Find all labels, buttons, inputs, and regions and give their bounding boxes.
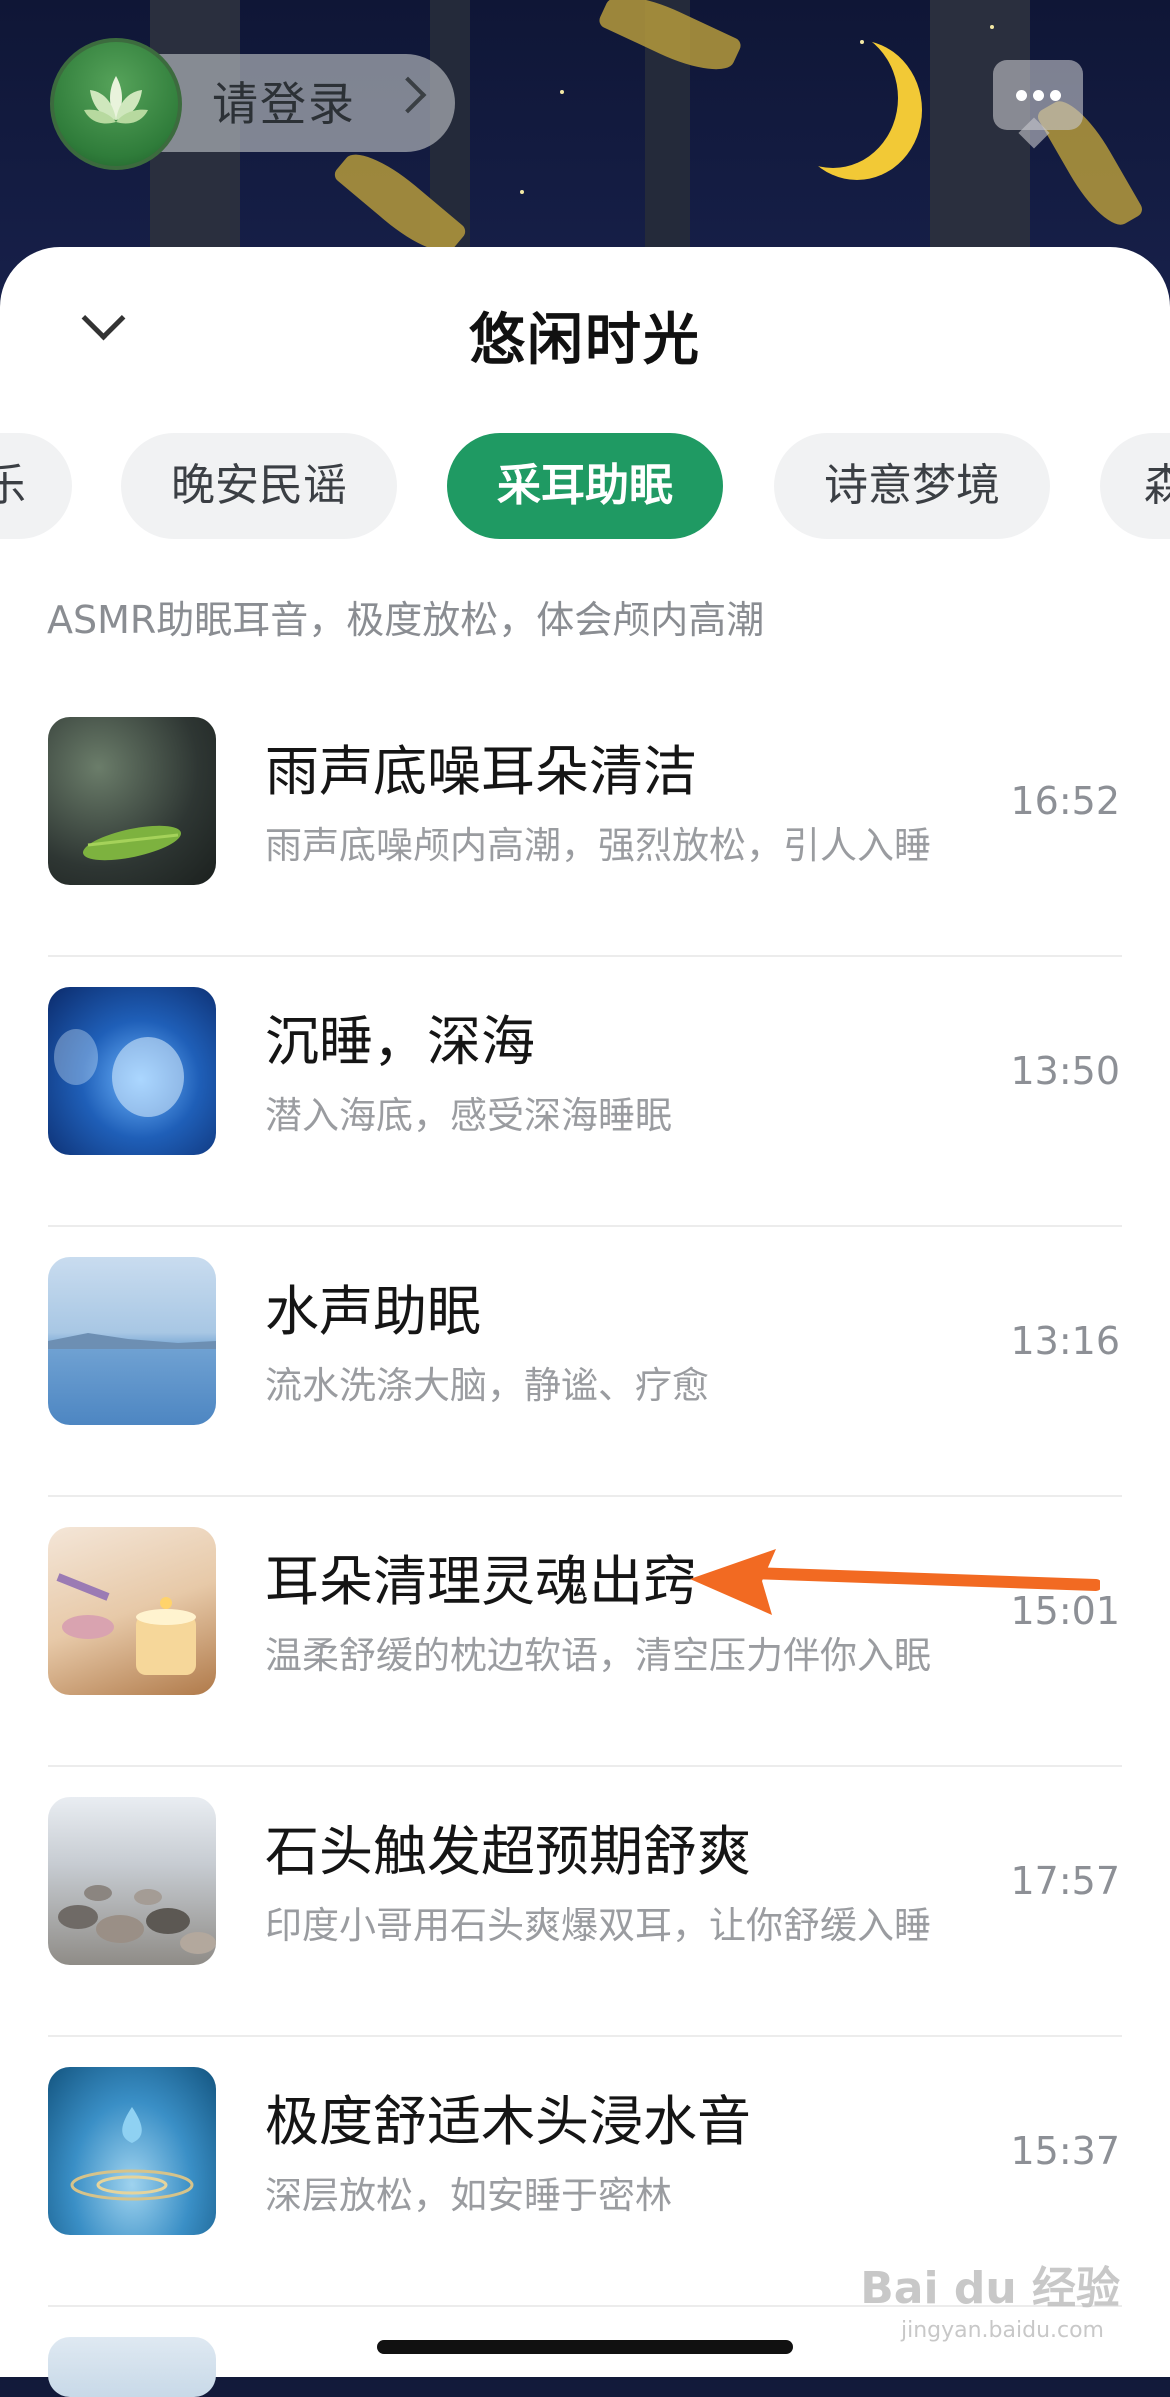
list-item[interactable]: 耳朵清理灵魂出窍 温柔舒缓的枕边软语，清空压力伴你入眠 15:01	[0, 1497, 1170, 1767]
tab-poetic-dreams[interactable]: 诗意梦境	[774, 433, 1050, 539]
track-thumbnail	[48, 987, 216, 1155]
track-thumbnail	[48, 717, 216, 885]
lotus-avatar-icon[interactable]	[50, 38, 182, 170]
list-item[interactable]: 沉睡，深海 潜入海底，感受深海睡眠 13:50	[0, 957, 1170, 1227]
track-title: 石头触发超预期舒爽	[265, 1820, 751, 1883]
track-description: 流水洗涤大脑，静谧、疗愈	[265, 1364, 709, 1407]
list-item[interactable]: 水声助眠 流水洗涤大脑，静谧、疗愈 13:16	[0, 1227, 1170, 1497]
track-duration: 13:16	[1010, 1319, 1120, 1363]
track-description: 温柔舒缓的枕边软语，清空压力伴你入眠	[265, 1634, 931, 1677]
track-thumbnail	[48, 1797, 216, 1965]
annotation-arrow-icon	[690, 1549, 1100, 1615]
home-indicator[interactable]	[377, 2340, 793, 2354]
category-description: ASMR助眠耳音，极度放松，体会颅内高潮	[47, 598, 765, 642]
chat-dot	[1033, 90, 1044, 101]
category-tabs: 乐 晚安民谣 采耳助眠 诗意梦境 森	[0, 433, 1170, 541]
track-duration: 17:57	[1010, 1859, 1120, 1903]
sheet-title: 悠闲时光	[469, 308, 701, 373]
track-description: 潜入海底，感受深海睡眠	[265, 1094, 672, 1137]
track-title: 水声助眠	[265, 1280, 481, 1343]
star	[560, 90, 564, 94]
chat-bubble-icon[interactable]	[993, 60, 1083, 149]
track-thumbnail	[48, 1527, 216, 1695]
chat-dot	[1050, 90, 1061, 101]
tab-ear-cleaning-sleep[interactable]: 采耳助眠	[447, 433, 723, 539]
star	[520, 190, 524, 194]
track-thumbnail	[48, 2067, 216, 2235]
track-duration: 16:52	[1010, 779, 1120, 823]
track-title: 耳朵清理灵魂出窍	[265, 1550, 697, 1613]
tab-forest[interactable]: 森	[1100, 433, 1170, 539]
track-thumbnail	[48, 1257, 216, 1425]
watermark: Bai du 经验	[860, 2263, 1120, 2314]
track-title: 雨声底噪耳朵清洁	[265, 740, 697, 803]
track-duration: 15:37	[1010, 2129, 1120, 2173]
track-description: 印度小哥用石头爽爆双耳，让你舒缓入睡	[265, 1904, 931, 1947]
track-thumbnail	[48, 2337, 216, 2397]
track-description: 深层放松，如安睡于密林	[265, 2174, 672, 2217]
watermark-url: jingyan.baidu.com	[900, 2318, 1104, 2343]
list-item[interactable]: 雨声底噪耳朵清洁 雨声底噪颅内高潮，强烈放松，引人入睡 16:52	[0, 687, 1170, 957]
track-title: 沉睡，深海	[265, 1010, 535, 1073]
moon-icon	[768, 28, 898, 168]
track-title: 极度舒适木头浸水音	[265, 2090, 751, 2153]
track-duration: 13:50	[1010, 1049, 1120, 1093]
tab-goodnight-ballads[interactable]: 晚安民谣	[121, 433, 397, 539]
chat-dot	[1016, 90, 1027, 101]
login-label[interactable]: 请登录	[212, 68, 356, 134]
track-description: 雨声底噪颅内高潮，强烈放松，引人入睡	[265, 824, 931, 867]
tab-music[interactable]: 乐	[0, 433, 72, 539]
list-item[interactable]: 石头触发超预期舒爽 印度小哥用石头爽爆双耳，让你舒缓入睡 17:57	[0, 1767, 1170, 2037]
star	[990, 25, 994, 29]
